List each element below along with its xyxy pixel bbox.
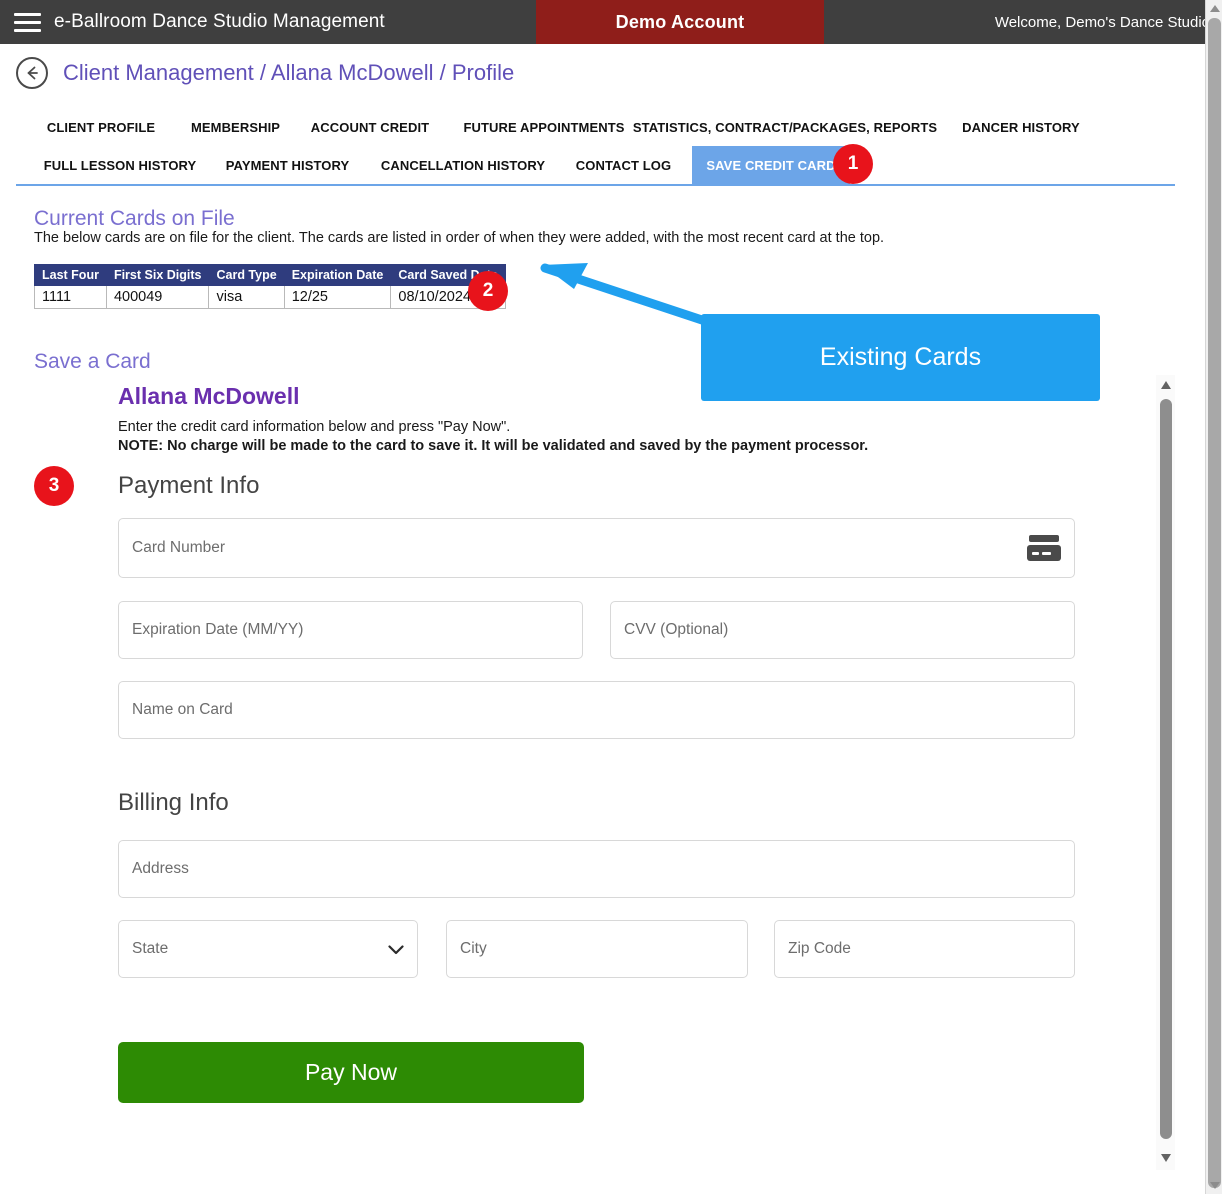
expiration-date-placeholder: Expiration Date (MM/YY) bbox=[132, 621, 304, 638]
annotation-badge-2: 2 bbox=[468, 271, 508, 311]
tab-client-profile[interactable]: CLIENT PROFILE bbox=[36, 108, 166, 146]
welcome-message: Welcome, Demo's Dance Studio bbox=[994, 13, 1210, 31]
zip-code-input[interactable]: Zip Code bbox=[774, 920, 1075, 978]
table-cell: 12/25 bbox=[283, 285, 392, 309]
name-on-card-placeholder: Name on Card bbox=[132, 701, 233, 718]
breadcrumb-bar: Client Management / Allana McDowell / Pr… bbox=[0, 44, 1205, 102]
credit-card-icon bbox=[1027, 535, 1061, 561]
inner-scrollbar[interactable] bbox=[1156, 375, 1175, 1170]
tab-cancellation-history[interactable]: CANCELLATION HISTORY bbox=[373, 146, 553, 184]
window-scroll-up-arrow-icon[interactable] bbox=[1210, 5, 1220, 12]
table-column-header: Card Type bbox=[208, 264, 285, 286]
card-number-placeholder: Card Number bbox=[132, 539, 226, 556]
billing-info-title: Billing Info bbox=[118, 789, 229, 816]
form-instruction: Enter the credit card information below … bbox=[118, 419, 511, 435]
state-select[interactable]: State bbox=[118, 920, 418, 978]
back-arrow-icon[interactable] bbox=[16, 57, 48, 89]
table-cell: 400049 bbox=[105, 285, 210, 309]
inner-scrollbar-thumb[interactable] bbox=[1160, 399, 1172, 1139]
address-input[interactable]: Address bbox=[118, 840, 1075, 898]
tab-save-credit-card[interactable]: SAVE CREDIT CARD bbox=[692, 146, 850, 184]
payment-info-title: Payment Info bbox=[118, 472, 260, 499]
tab-contact-log[interactable]: CONTACT LOG bbox=[563, 146, 684, 184]
breadcrumb[interactable]: Client Management / Allana McDowell / Pr… bbox=[63, 60, 514, 86]
chevron-down-icon bbox=[388, 941, 404, 958]
tab-statistics-contract-packages-reports[interactable]: STATISTICS, CONTRACT/PACKAGES, REPORTS bbox=[633, 108, 937, 146]
window-scrollbar-thumb[interactable] bbox=[1208, 18, 1221, 1188]
app-window: e-Ballroom Dance Studio Management Demo … bbox=[0, 0, 1222, 1194]
tab-row-secondary: FULL LESSON HISTORY PAYMENT HISTORY CANCEL… bbox=[16, 146, 1190, 184]
demo-account-badge: Demo Account bbox=[536, 0, 824, 44]
table-cell: 1111 bbox=[34, 285, 107, 309]
table-column-header: Expiration Date bbox=[283, 264, 392, 286]
window-scrollbar[interactable] bbox=[1205, 0, 1222, 1194]
tab-navigation: CLIENT PROFILE MEMBERSHIP ACCOUNT CREDIT FU… bbox=[16, 108, 1190, 184]
current-cards-description: The below cards are on file for the clie… bbox=[34, 230, 885, 246]
table-body: 1111 400049 visa 12/25 08/10/2024 bbox=[34, 285, 506, 309]
tab-future-appointments[interactable]: FUTURE APPOINTMENTS bbox=[454, 108, 634, 146]
table-cell: visa bbox=[208, 285, 285, 309]
tab-underline bbox=[16, 184, 1190, 186]
current-cards-table: Last Four First Six Digits Card Type Expira… bbox=[34, 264, 506, 309]
name-on-card-input[interactable]: Name on Card bbox=[118, 681, 1075, 739]
expiration-date-input[interactable]: Expiration Date (MM/YY) bbox=[118, 601, 583, 659]
save-a-card-heading: Save a Card bbox=[34, 350, 151, 373]
city-input[interactable]: City bbox=[446, 920, 748, 978]
annotation-badge-3: 3 bbox=[34, 466, 74, 506]
hamburger-menu-icon[interactable] bbox=[0, 0, 54, 44]
cvv-placeholder: CVV (Optional) bbox=[624, 621, 729, 638]
zip-code-placeholder: Zip Code bbox=[788, 940, 851, 957]
table-column-header: First Six Digits bbox=[105, 264, 210, 286]
page-right-filler bbox=[1175, 44, 1205, 1194]
window-scroll-down-arrow-icon[interactable] bbox=[1210, 1182, 1220, 1189]
client-name: Allana McDowell bbox=[118, 383, 300, 409]
tab-dancer-history[interactable]: DANCER HISTORY bbox=[952, 108, 1090, 146]
table-row: 1111 400049 visa 12/25 08/10/2024 bbox=[34, 285, 506, 309]
state-placeholder: State bbox=[132, 940, 169, 957]
pay-now-button[interactable]: Pay Now bbox=[118, 1042, 584, 1103]
tab-account-credit[interactable]: ACCOUNT CREDIT bbox=[304, 108, 436, 146]
tab-row-primary: CLIENT PROFILE MEMBERSHIP ACCOUNT CREDIT FU… bbox=[16, 108, 1190, 146]
scroll-down-arrow-icon[interactable] bbox=[1161, 1154, 1171, 1162]
table-header-row: Last Four First Six Digits Card Type Expira… bbox=[34, 264, 506, 286]
card-number-input[interactable]: Card Number bbox=[118, 518, 1075, 578]
cvv-input[interactable]: CVV (Optional) bbox=[610, 601, 1075, 659]
tab-membership[interactable]: MEMBERSHIP bbox=[179, 108, 292, 146]
annotation-callout-existing-cards: Existing Cards bbox=[701, 314, 1100, 401]
app-title: e-Ballroom Dance Studio Management bbox=[54, 11, 385, 32]
tab-payment-history[interactable]: PAYMENT HISTORY bbox=[216, 146, 359, 184]
current-cards-heading: Current Cards on File bbox=[34, 207, 235, 230]
address-placeholder: Address bbox=[132, 860, 189, 877]
annotation-badge-1: 1 bbox=[833, 144, 873, 184]
scroll-up-arrow-icon[interactable] bbox=[1161, 381, 1171, 389]
table-column-header: Last Four bbox=[34, 264, 107, 286]
tab-full-lesson-history[interactable]: FULL LESSON HISTORY bbox=[36, 146, 204, 184]
form-note: NOTE: No charge will be made to the card… bbox=[118, 438, 869, 454]
city-placeholder: City bbox=[460, 940, 487, 957]
